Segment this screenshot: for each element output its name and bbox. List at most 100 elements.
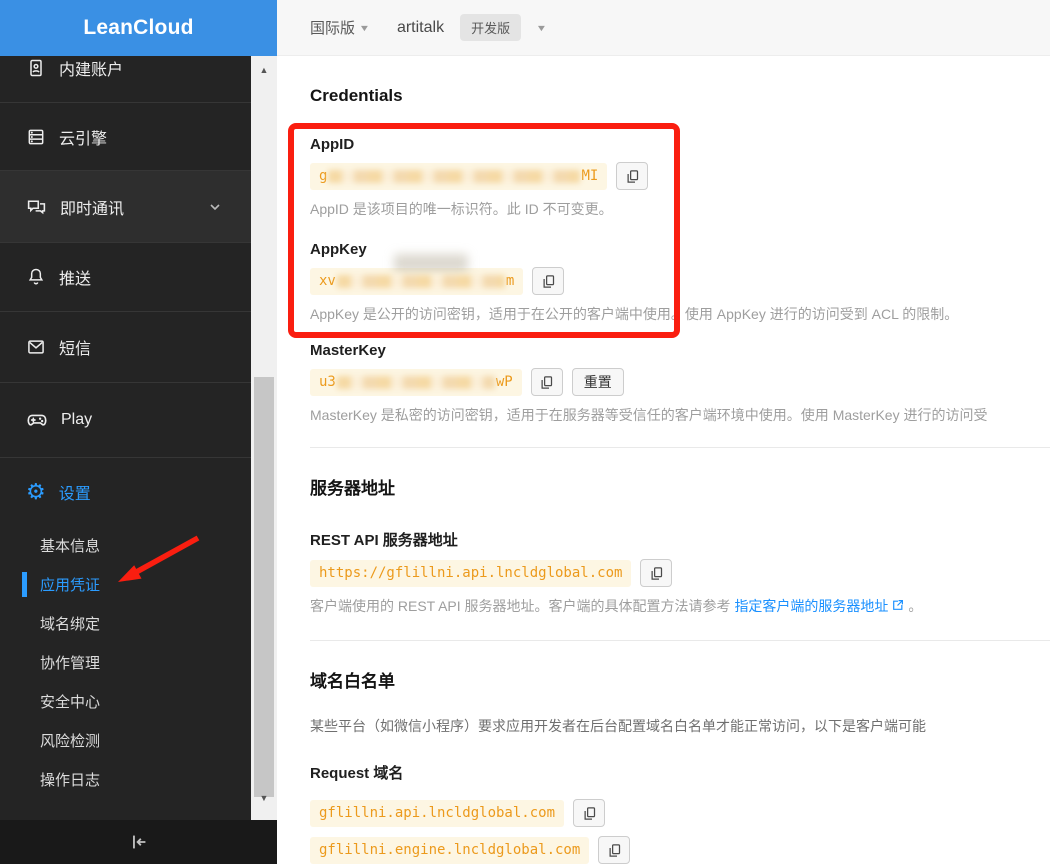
appkey-label: AppKey [310,241,367,258]
scroll-up-icon[interactable]: ▲ [251,60,277,80]
copy-masterkey-button[interactable] [530,368,563,396]
whitelist-section-title: 域名白名单 [310,672,395,691]
appkey-field: AppKey xv m AppKey 是公开的访问密钥，适用于在公开的客户端中使… [310,241,1050,324]
sidebar-subitem-basic-info[interactable]: 基本信息 [0,526,251,565]
copy-icon [584,806,595,820]
copy-icon [651,566,663,580]
domain-value[interactable]: gflillni.engine.lncldglobal.com [310,836,590,864]
sidebar-item-builtin-accounts[interactable]: 内建账户 [0,56,251,103]
copy-rest-url-button[interactable] [640,559,673,587]
brand-logo[interactable]: LeanCloud [0,0,277,56]
main-content: Credentials AppID g MI AppID 是该项目的唯一标识符。… [277,56,1050,864]
sidebar: 内建账户 云引擎 即时通讯 推送 短信 Play ⚙ 设置 基本信息 应用凭证 … [0,56,251,820]
mail-icon [28,340,44,354]
copy-domain-button[interactable] [573,799,606,827]
credentials-title: Credentials [310,86,403,105]
app-switcher-chevron-icon[interactable]: ▼ [536,23,548,33]
chevron-down-icon[interactable] [207,199,223,215]
sidebar-item-sms[interactable]: 短信 [0,312,251,383]
appkey-description: AppKey 是公开的访问密钥，适用于在公开的客户端中使用。使用 AppKey … [310,306,959,322]
rest-api-label: REST API 服务器地址 [310,532,458,549]
sidebar-subitem-label: 域名绑定 [40,616,101,633]
app-name: artitalk [396,18,445,36]
server-icon [28,129,44,144]
sidebar-item-play[interactable]: Play [0,383,251,458]
sidebar-item-settings[interactable]: ⚙ 设置 [0,458,251,526]
chevron-down-icon: ▼ [358,22,371,33]
sidebar-subitem-risk-detection[interactable]: 风险检测 [0,721,251,760]
masterkey-label: MasterKey [310,342,386,359]
redacted-value [336,375,495,389]
value-suffix: m [505,273,515,289]
value-prefix: g [319,168,328,184]
sidebar-item-label: 短信 [59,341,92,358]
sidebar-subitem-collaboration[interactable]: 协作管理 [0,643,251,682]
masterkey-description: MasterKey 是私密的访问密钥，适用于在服务器等受信任的客户端环境中使用。… [310,407,988,423]
bell-icon [28,268,44,285]
server-address-doc-link[interactable]: 指定客户端的服务器地址 [734,598,888,614]
gamepad-icon [27,414,47,426]
copy-domain-button[interactable] [598,836,631,864]
server-section-title: 服务器地址 [310,479,395,498]
chat-bubbles-icon [27,200,46,215]
domain-row: gflillni.engine.lncldglobal.com [310,836,1050,864]
rest-api-url[interactable]: https://gflillni.api.lncldglobal.com [310,559,632,587]
whitelist-description: 某些平台（如微信小程序）要求应用开发者在后台配置域名白名单才能正常访问，以下是客… [310,718,926,734]
description-text: 客户端使用的 REST API 服务器地址。客户端的具体配置方法请参考 [310,598,735,614]
external-link-icon[interactable] [891,599,904,612]
app-plan-badge: 开发版 [460,14,522,41]
section-divider [310,447,1050,448]
appid-field: AppID g MI AppID 是该项目的唯一标识符。此 ID 不可变更。 [310,136,1050,219]
scroll-down-icon[interactable]: ▼ [251,788,277,808]
rest-api-description: 客户端使用的 REST API 服务器地址。客户端的具体配置方法请参考 指定客户… [310,596,1050,616]
sidebar-item-instant-messaging[interactable]: 即时通讯 [0,171,251,243]
topbar: 国际版 ▼ artitalk 开发版 ▼ [277,0,1050,56]
leancloud-dashboard: LeanCloud 国际版 ▼ artitalk 开发版 ▼ 内建账户 云引擎 … [0,0,1050,864]
appid-value[interactable]: g MI [310,162,608,190]
contact-card-icon [30,59,42,77]
appkey-value[interactable]: xv m [310,267,524,295]
region-dropdown[interactable]: 国际版 ▼ [310,17,371,38]
sidebar-subitem-operation-logs[interactable]: 操作日志 [0,760,251,799]
sidebar-item-label: 即时通讯 [60,200,125,218]
sidebar-subitem-label: 协作管理 [40,655,101,672]
sidebar-item-cloud-engine[interactable]: 云引擎 [0,103,251,171]
redacted-value [328,169,581,183]
reset-masterkey-button[interactable]: 重置 [571,368,624,396]
sidebar-item-label: 云引擎 [59,130,108,148]
sidebar-item-label: 内建账户 [59,62,124,79]
sidebar-subitem-domain-binding[interactable]: 域名绑定 [0,604,251,643]
copy-appkey-button[interactable] [532,267,565,295]
sidebar-item-push[interactable]: 推送 [0,243,251,312]
collapse-sidebar-icon [132,835,145,849]
sidebar-scrollbar[interactable]: ▲ ▼ [251,56,277,820]
value-suffix: MI [581,168,599,184]
request-domain-label: Request 域名 [310,765,404,782]
description-text: 。 [904,598,923,614]
sidebar-item-label: 推送 [59,271,92,288]
sidebar-subitem-label: 风险检测 [40,733,101,750]
copy-icon [627,169,638,183]
redacted-value [336,274,505,288]
appid-description: AppID 是该项目的唯一标识符。此 ID 不可变更。 [310,201,613,217]
region-label: 国际版 [310,20,356,37]
copy-icon [541,375,553,389]
domain-value[interactable]: gflillni.api.lncldglobal.com [310,799,565,827]
sidebar-subitem-label: 基本信息 [40,538,101,555]
masterkey-value[interactable]: u3 wP [310,368,522,396]
sidebar-subitem-label: 操作日志 [40,772,101,789]
value-suffix: wP [495,374,513,390]
appid-label: AppID [310,136,355,153]
value-prefix: u3 [319,374,336,390]
sidebar-subitem-security-center[interactable]: 安全中心 [0,682,251,721]
sidebar-subitem-label: 安全中心 [40,694,101,711]
scrollbar-thumb[interactable] [254,377,274,797]
value-prefix: xv [319,273,336,289]
domain-row: gflillni.api.lncldglobal.com [310,799,1050,827]
masterkey-field: MasterKey u3 wP 重置 MasterKey 是私密的访问密钥，适用… [310,342,1050,425]
sidebar-collapse-bar[interactable] [0,820,277,864]
copy-icon [609,843,620,857]
sidebar-subitem-app-credentials[interactable]: 应用凭证 [0,565,251,604]
sidebar-subitem-label: 应用凭证 [40,577,101,594]
copy-appid-button[interactable] [616,162,649,190]
